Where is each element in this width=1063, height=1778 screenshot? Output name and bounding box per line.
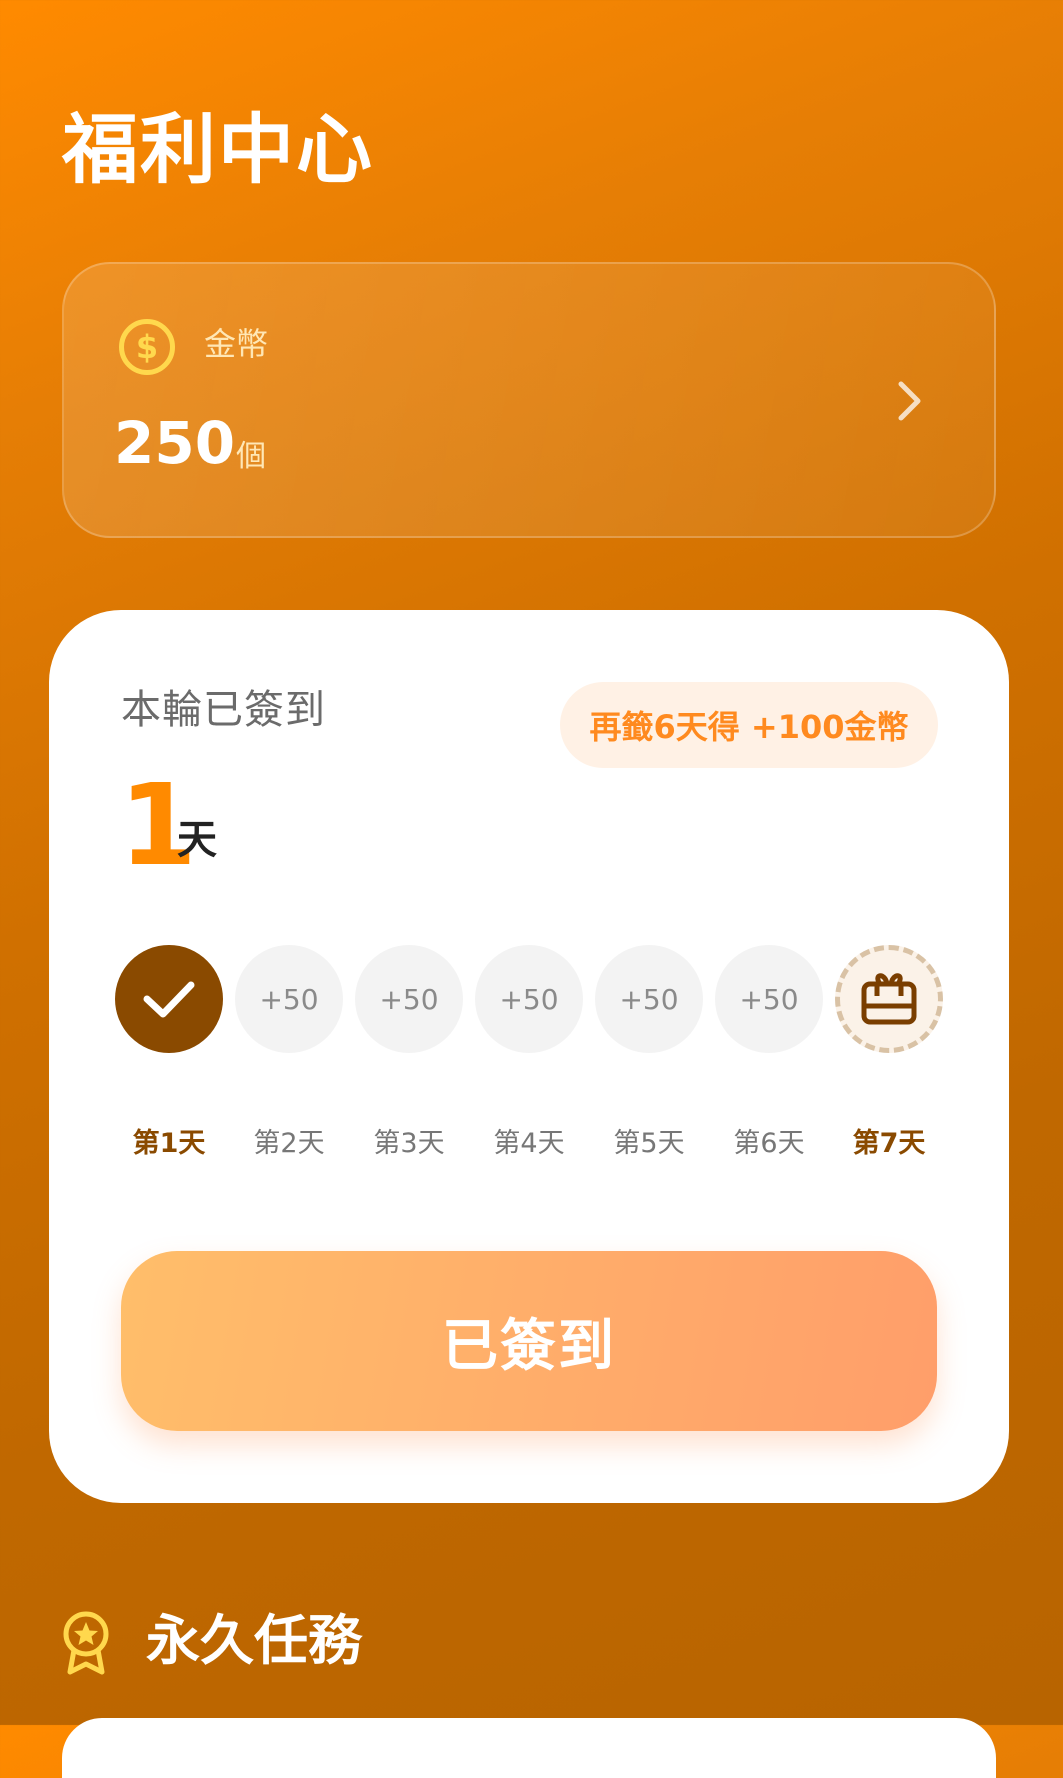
- day-2-label: 第2天: [253, 1128, 325, 1159]
- permanent-tasks-title: 永久任務: [146, 1609, 362, 1672]
- chevron-right-icon[interactable]: [894, 380, 924, 422]
- day-3-label: 第3天: [373, 1128, 445, 1159]
- day-2-circle: +50: [235, 945, 343, 1053]
- signed-in-button[interactable]: 已簽到: [121, 1251, 937, 1431]
- day-7-circle[interactable]: [835, 945, 943, 1053]
- day-1-circle: [115, 945, 223, 1053]
- gift-box-icon: [861, 973, 917, 1025]
- day-5-circle: +50: [595, 945, 703, 1053]
- day-1-label: 第1天: [132, 1128, 206, 1159]
- check-icon: [143, 981, 195, 1018]
- tasks-card: [62, 1718, 996, 1778]
- svg-text:$: $: [136, 328, 158, 366]
- day-7-label: 第7天: [852, 1128, 926, 1159]
- coin-label: 金幣: [204, 325, 269, 363]
- day-3-circle: +50: [355, 945, 463, 1053]
- coin-unit: 個: [236, 439, 266, 474]
- signin-days-row: +50 +50 +50 +50 +50: [115, 945, 947, 1053]
- coin-amount: 250: [114, 409, 236, 477]
- day-4-circle: +50: [475, 945, 583, 1053]
- day-6-circle: +50: [715, 945, 823, 1053]
- coin-balance-card[interactable]: $ 金幣 250 個: [62, 262, 996, 538]
- signin-day-labels: 第1天 第2天 第3天 第4天 第5天 第6天 第7天: [115, 1130, 947, 1170]
- page-title: 福利中心: [62, 105, 374, 194]
- medal-icon: [63, 1611, 109, 1675]
- dollar-coin-icon: $: [119, 319, 175, 375]
- bonus-pill: 再籤6天得 +100金幣: [560, 682, 938, 768]
- signin-card: 本輪已簽到 再籤6天得 +100金幣 1 天 +50 +50 +50 +50 +…: [49, 610, 1009, 1503]
- signin-heading: 本輪已簽到: [121, 687, 326, 733]
- day-5-label: 第5天: [613, 1128, 685, 1159]
- day-6-label: 第6天: [733, 1128, 805, 1159]
- signed-day-unit: 天: [177, 817, 217, 863]
- day-4-label: 第4天: [493, 1128, 565, 1159]
